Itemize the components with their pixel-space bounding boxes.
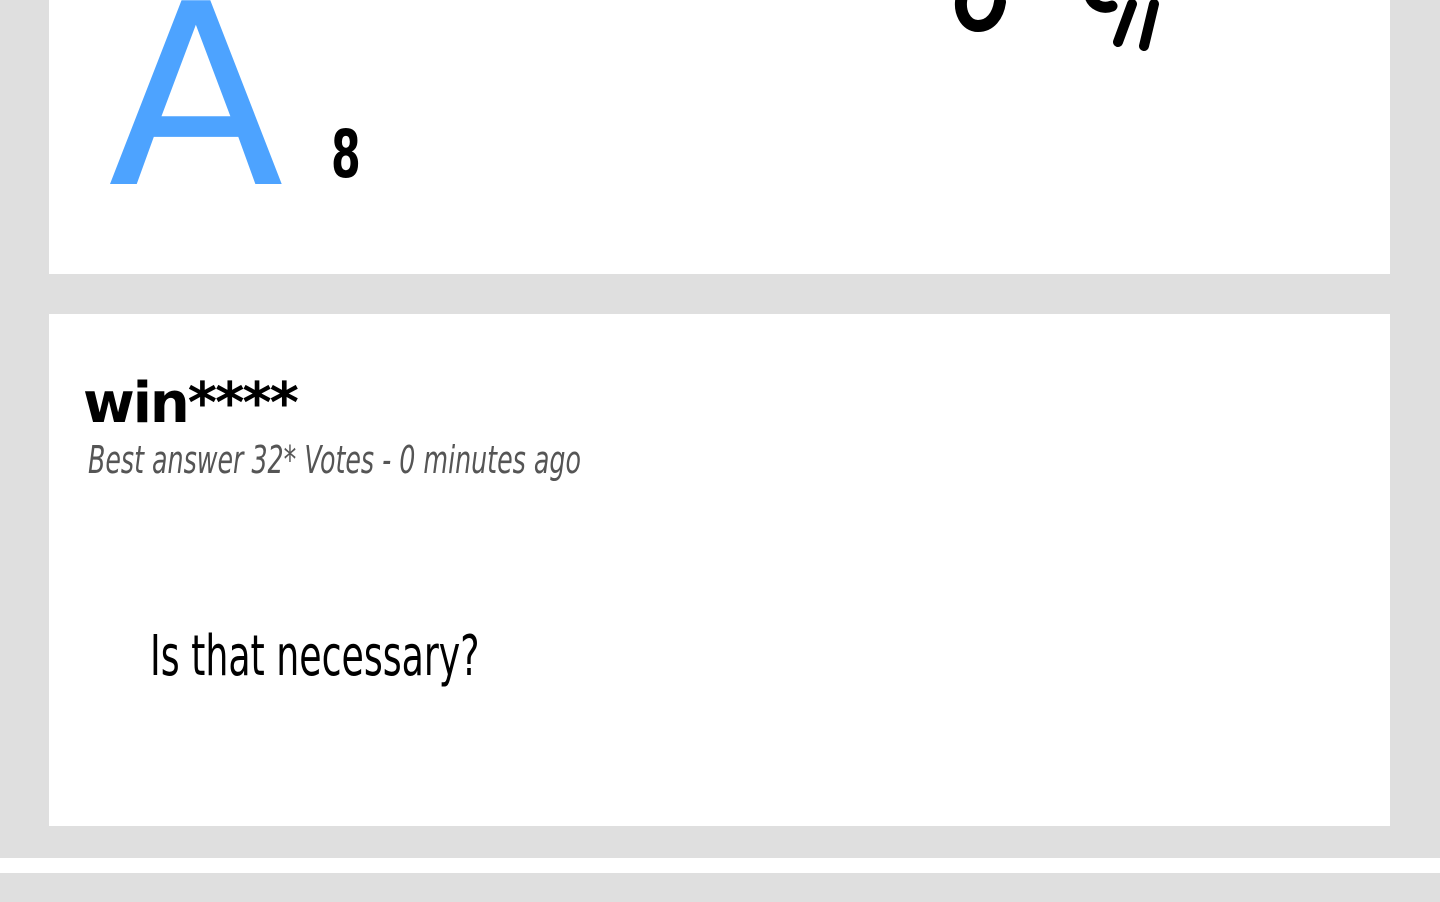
- answer-marker-letter: A: [108, 0, 284, 244]
- answer-author[interactable]: win****: [83, 376, 299, 432]
- handwritten-scribble-icon: [955, 0, 1159, 51]
- answer-meta: Best answer 32* Votes - 0 minutes ago: [88, 438, 581, 482]
- answer-body: Is that necessary?: [150, 624, 480, 689]
- card-divider: [0, 858, 1440, 873]
- answer-count: 8: [331, 116, 361, 193]
